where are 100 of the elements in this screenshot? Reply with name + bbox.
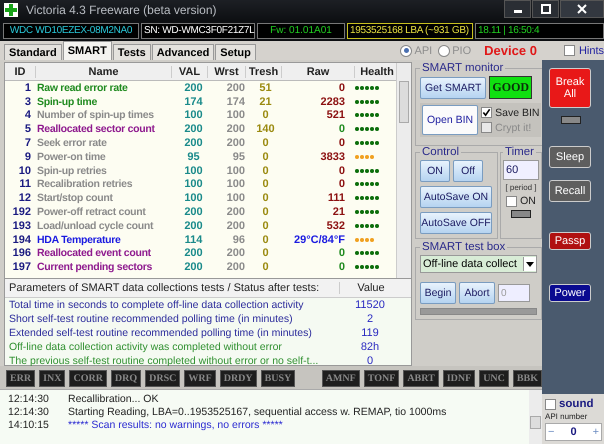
table-cell-text: 200 [226, 82, 246, 94]
group-title: SMART monitor [421, 62, 504, 74]
open-bin-button[interactable]: Open BIN [422, 105, 478, 135]
status-flag: BBK [512, 370, 542, 387]
column-header: ID [5, 66, 36, 78]
table-cell-text: Off-line data collection activity was completed without error [8, 341, 283, 353]
log-message: ***** Scan results: no warnings, no errors ***** [68, 419, 283, 432]
begin-button[interactable]: Begin [420, 282, 456, 304]
column-header: Wrst [208, 66, 246, 78]
side-button[interactable]: Passp [549, 232, 591, 250]
timer-field[interactable]: 60 [503, 160, 539, 180]
side-button[interactable]: Power [549, 284, 591, 302]
table-cell-text: 0 [261, 247, 270, 260]
minimize-button[interactable] [504, 0, 531, 18]
tab[interactable]: Standard [4, 44, 62, 60]
table-cell-text: 2 [366, 313, 374, 325]
table-cell-text: 193 [12, 220, 32, 232]
autosave-on-button[interactable]: AutoSave ON [420, 186, 492, 208]
close-button[interactable] [560, 0, 604, 18]
autosave-off-button[interactable]: AutoSave OFF [420, 212, 492, 234]
table-cell-text: 82h [360, 341, 380, 353]
table-cell-text: 192 [12, 206, 32, 218]
table-cell-text: 200 [226, 261, 246, 274]
table-cell-text: Number of spin-up times [36, 109, 155, 122]
column-header: VAL [172, 66, 208, 78]
table-cell-text: 100 [183, 192, 204, 204]
maximize-icon [540, 4, 550, 14]
maximize-button[interactable] [532, 0, 559, 18]
status-flag: DRSC [145, 370, 180, 387]
table-cell-text: Spin-up time [36, 96, 98, 108]
table-cell-text: 21 [258, 96, 273, 108]
table-cell-text: 0 [366, 355, 374, 367]
off-button[interactable]: Off [453, 160, 483, 182]
table-cell-text: Spin-up retries [36, 164, 108, 177]
table-cell-text: 194 [12, 234, 32, 246]
table-cell-text: Start/stop count [36, 192, 114, 204]
table-cell-text: 0 [261, 164, 270, 177]
table-cell-text: Reallocated sector count [36, 123, 156, 136]
status-flag: DRQ [110, 370, 142, 387]
table-cell-text: 9 [24, 150, 32, 163]
checkbox[interactable] [564, 45, 575, 56]
table-cell-text: 1 [24, 82, 32, 94]
drive-capacity: 1953525168 LBA (~931 GB) [347, 23, 473, 39]
status-flag: TONF [364, 370, 400, 387]
table-cell-text: Short self-test routine recommended polling time (in minutes) [8, 313, 294, 325]
tab[interactable]: Tests [112, 44, 151, 60]
checkbox[interactable] [545, 398, 556, 410]
checkbox[interactable] [481, 107, 492, 118]
table-cell-text: 100 [183, 109, 204, 122]
table-cell-text: 0 [261, 150, 270, 163]
checkbox-label: Crypt it! [495, 122, 532, 134]
test-dropdown[interactable]: Off-line data collect [420, 255, 537, 273]
table-cell-text: 0 [261, 261, 270, 274]
status-flag: CORR [69, 370, 107, 387]
table-cell-text: 96 [232, 234, 246, 246]
log-time: 12:14:30 [8, 393, 50, 406]
table-cell-text: 0 [261, 109, 270, 122]
table-cell-text: 140 [255, 123, 276, 136]
checkbox-label: sound [559, 398, 594, 410]
status-badge: GOOD [489, 76, 532, 99]
log-message: Starting Reading, LBA=0..1953525167, sequential access w. REMAP, tio 1000ms [68, 406, 446, 419]
table-cell-text: 51 [258, 82, 273, 94]
get-smart-button[interactable]: Get SMART [420, 76, 486, 98]
table-cell-text: 0 [261, 137, 270, 150]
table-cell-text: 0 [338, 247, 346, 260]
table-cell-text: Power-on time [36, 150, 106, 163]
status-flag: WRF [184, 370, 216, 387]
status-flag: ABRT [403, 370, 439, 387]
table-cell-text: 114 [184, 234, 204, 246]
table-cell-text: 200 [183, 220, 204, 232]
table-cell-text: Total time in seconds to complete off-line data collection activity [8, 299, 305, 311]
table-cell-text: 0 [261, 234, 270, 246]
tab[interactable]: Advanced [152, 44, 214, 60]
column-header: Parameters of SMART data collections tests / Status after tests: [5, 282, 340, 294]
table-cell-text: The previous self-test routine completed without error or no self-t... [8, 355, 320, 367]
dropdown-arrow-icon [526, 262, 534, 266]
on-button[interactable]: ON [420, 160, 450, 182]
clock: 18.11 | 16:50:4 [475, 23, 604, 39]
table-cell-text: 0 [261, 220, 270, 232]
table-cell-text: 10 [18, 164, 32, 177]
abort-button[interactable]: Abort [459, 282, 495, 304]
table-cell-text: 200 [226, 123, 246, 136]
tab[interactable]: SMART [62, 41, 112, 60]
side-button[interactable]: Break All [549, 68, 591, 108]
status-flag: ERR [6, 370, 36, 387]
checkbox[interactable] [506, 196, 518, 206]
scrollbar[interactable] [396, 63, 411, 278]
column-header: Raw [282, 66, 355, 78]
side-button[interactable]: Recall [549, 180, 591, 202]
table-cell-text: 11 [18, 178, 32, 190]
group-title: Control [421, 146, 460, 158]
table-cell-text: 100 [226, 109, 246, 122]
column-header: Value [356, 282, 386, 294]
tab[interactable]: Setup [215, 44, 256, 60]
scrollbar[interactable] [529, 390, 542, 444]
table-cell-text: 7 [24, 137, 32, 150]
table-cell-text: 196 [12, 247, 32, 260]
side-button[interactable]: Sleep [549, 146, 591, 168]
group-title: Timer [504, 146, 535, 158]
table-cell-text: Extended self-test routine recommended polling time (in minutes) [8, 327, 313, 339]
